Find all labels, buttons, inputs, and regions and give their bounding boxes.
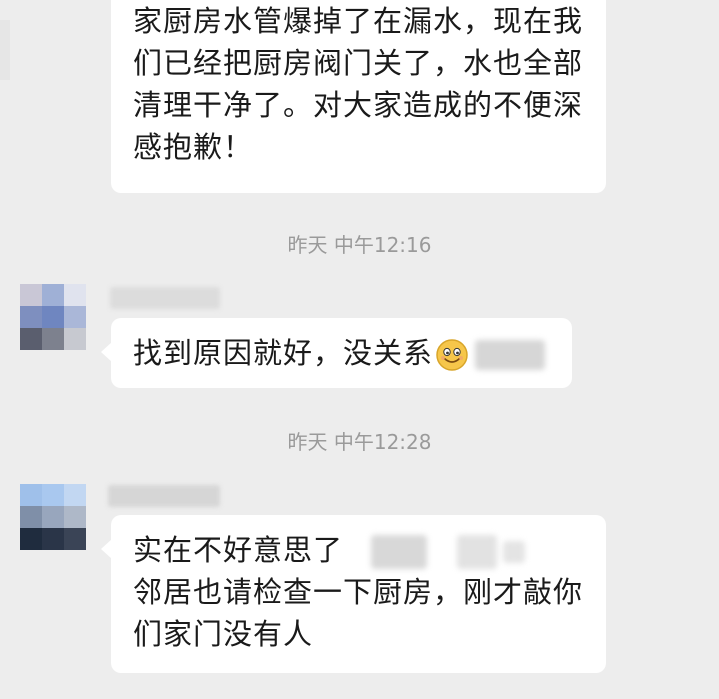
timestamp-2: 昨天 中午12:28 [287,430,432,454]
message-bubble-3[interactable]: 实在不好意思了 邻居也请检查一下厨房，刚才敲你 们家门没有人 [101,515,606,673]
edge-artifact [0,20,10,80]
sender-name-blurred [108,485,220,507]
message-3-line-1-wrap: 实在不好意思了 [133,529,606,571]
sender-name-blurred [110,287,220,309]
message-3-line-3: 们家门没有人 [133,617,314,651]
timestamp-1: 昨天 中午12:16 [287,233,432,257]
message-3-line-1: 实在不好意思了 [133,533,344,567]
avatar[interactable] [20,484,86,550]
message-1-line-3: 清理干净了。对大家造成的不便深 [133,88,584,122]
blurred-emoji-region [475,340,546,370]
blurred-text-region [371,535,428,569]
avatar[interactable] [20,284,86,350]
message-2-line: 找到原因就好，没关系 [133,332,572,374]
message-bubble-2[interactable]: 找到原因就好，没关系 [101,318,572,388]
chat-area: 家厨房水管爆掉了在漏水，现在我 们已经把厨房阀门关了，水也全部 清理干净了。对大… [0,0,719,699]
message-2-text: 找到原因就好，没关系 [133,336,434,370]
blurred-text-region [503,541,526,563]
blurred-text-region [457,535,498,569]
smile-emoji-icon [436,339,468,371]
message-1-line-2: 们已经把厨房阀门关了，水也全部 [133,46,584,80]
message-1-line-4: 感抱歉！ [133,130,254,164]
message-1-line-1: 家厨房水管爆掉了在漏水，现在我 [133,4,584,38]
message-bubble-1[interactable]: 家厨房水管爆掉了在漏水，现在我 们已经把厨房阀门关了，水也全部 清理干净了。对大… [111,0,606,193]
message-3-line-2: 邻居也请检查一下厨房，刚才敲你 [133,575,584,609]
